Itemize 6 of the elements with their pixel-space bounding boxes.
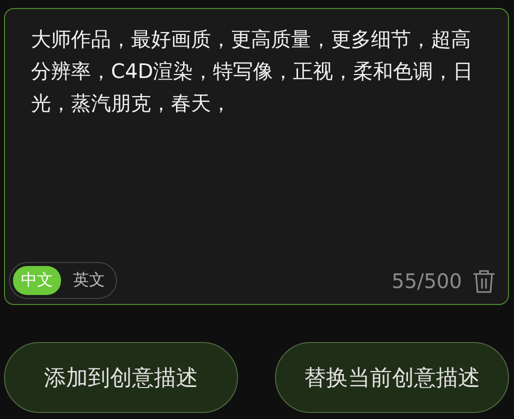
prompt-field[interactable]: 大师作品，最好画质，更高质量，更多细节，超高分辨率，C4D渲染，特写像，正视，柔和色调，日光，蒸汽朋克，春天，: [9, 23, 496, 119]
action-button[interactable]: 添加到创意描述: [4, 342, 238, 413]
language-option[interactable]: 英文: [65, 266, 113, 295]
trash-icon[interactable]: [472, 268, 496, 294]
action-button[interactable]: 替换当前创意描述: [275, 342, 509, 413]
character-counter: 55/500: [392, 268, 462, 292]
